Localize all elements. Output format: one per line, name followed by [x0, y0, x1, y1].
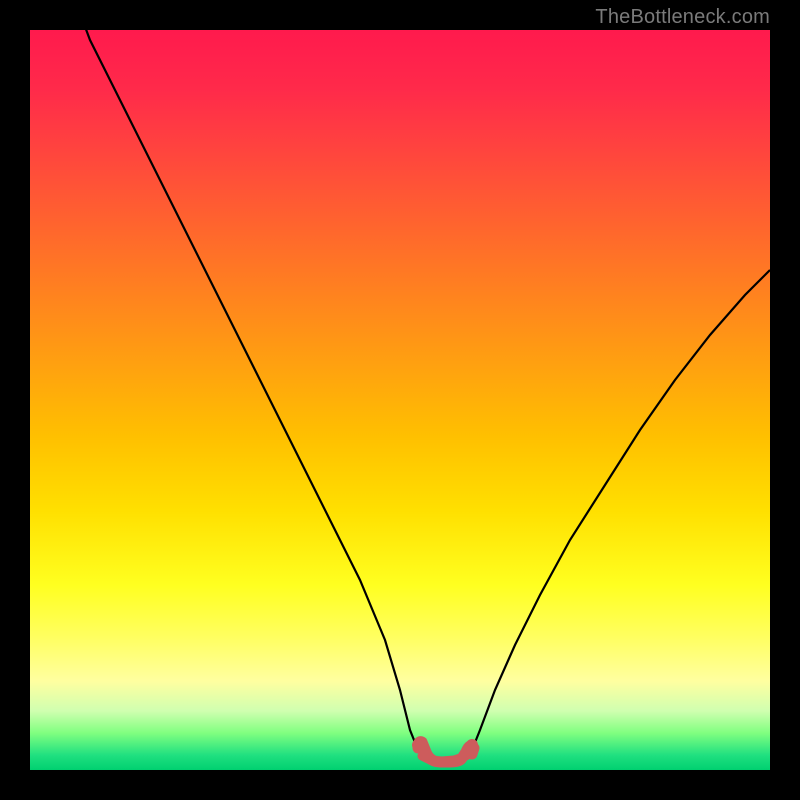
optimal-zone-base — [422, 756, 466, 761]
plot-area — [30, 30, 770, 770]
chart-container: TheBottleneck.com — [0, 0, 800, 800]
chart-svg — [30, 30, 770, 770]
optimal-zone-right-dot — [466, 739, 478, 751]
watermark-text: TheBottleneck.com — [595, 6, 770, 29]
optimal-zone-left-dot — [412, 739, 424, 751]
bottleneck-curve-right — [472, 270, 770, 750]
bottleneck-curve-left — [75, 30, 418, 750]
